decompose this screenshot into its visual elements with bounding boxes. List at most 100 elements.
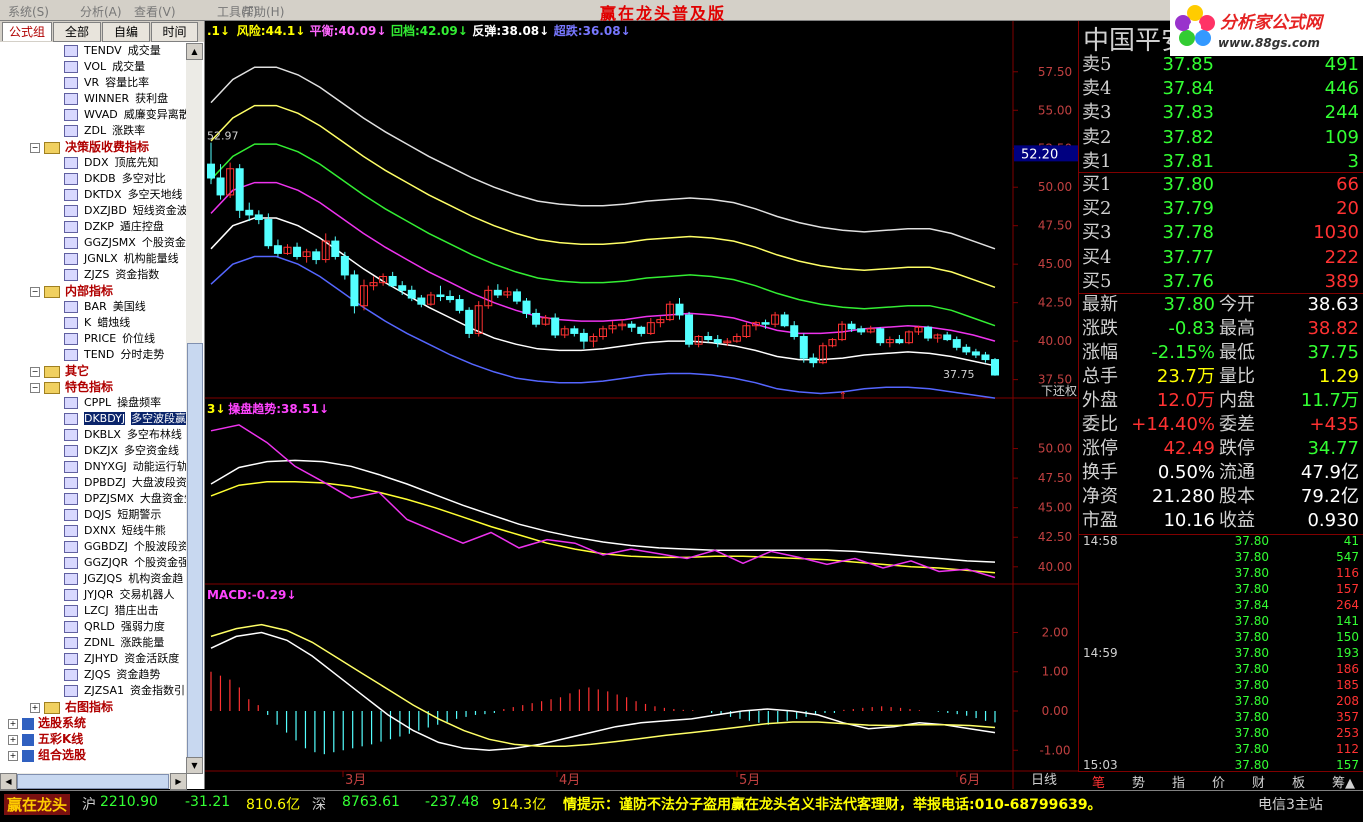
quote-tab[interactable]: 价 xyxy=(1212,772,1225,791)
tree-item[interactable]: WVAD 威廉变异离散 xyxy=(64,107,186,123)
tree-item[interactable]: GGZJQR 个股资金强 xyxy=(64,555,186,571)
tree-folder[interactable]: − 决策版收费指标 xyxy=(30,139,149,155)
tree-item[interactable]: QRLD 强弱力度 xyxy=(64,619,165,635)
hscroll-thumb[interactable] xyxy=(17,774,169,789)
expand-icon[interactable]: + xyxy=(8,718,18,729)
tree-item[interactable]: DKBLX 多空布林线 xyxy=(64,427,182,443)
tree-item[interactable]: JGZJQS 机构资金趋 xyxy=(64,571,183,587)
collapse-icon[interactable]: − xyxy=(30,286,40,297)
menu-system[interactable]: 系统(S) xyxy=(8,3,49,20)
tree-item[interactable]: ZDNL 涨跌能量 xyxy=(64,635,164,651)
tree-item[interactable]: JGNLX 机构能量线 xyxy=(64,251,179,267)
quote-tab[interactable]: 指 xyxy=(1172,772,1185,791)
tab-custom[interactable]: 自编 xyxy=(102,22,150,42)
tree-item-name: 涨跌能量 xyxy=(120,636,165,649)
tree-item[interactable]: DKBDYJ 多空波段赢 xyxy=(64,411,186,427)
tree-folder[interactable]: − 其它 xyxy=(30,363,89,379)
tree-item[interactable]: ZJZS 资金指数 xyxy=(64,267,159,283)
tree-item[interactable]: DNYXGJ 动能运行轨 xyxy=(64,459,186,475)
tab-time[interactable]: 时间 xyxy=(151,22,198,42)
tree-item[interactable]: DXZJBD 短线资金波 xyxy=(64,203,186,219)
collapse-icon[interactable]: − xyxy=(30,142,40,153)
bid-row[interactable]: 买1 37.80 66 xyxy=(1079,173,1363,196)
expand-icon[interactable]: + xyxy=(8,734,18,745)
tree-item[interactable]: DDX 顶底先知 xyxy=(64,155,158,171)
menu-analysis[interactable]: 分析(A) xyxy=(80,3,122,20)
tick-volume: 141 xyxy=(1336,614,1359,628)
restore-right-label[interactable]: 下还权 xyxy=(1041,384,1077,398)
tree-item[interactable]: DQJS 短期警示 xyxy=(64,507,161,523)
tree-item[interactable]: BAR 美国线 xyxy=(64,299,146,315)
tree-item[interactable]: LZCJ 猎庄出击 xyxy=(64,603,159,619)
scroll-thumb[interactable] xyxy=(187,343,203,770)
tree-item[interactable]: DKZJX 多空资金线 xyxy=(64,443,179,459)
sh-index[interactable]: 2210.90 xyxy=(100,794,158,810)
tab-formula-group[interactable]: 公式组 xyxy=(2,22,52,41)
quote-tab[interactable]: 筹▲ xyxy=(1332,772,1355,791)
ask-row[interactable]: 卖4 37.84 446 xyxy=(1079,77,1363,100)
tree-root[interactable]: + 选股系统 xyxy=(8,715,86,731)
scroll-left-icon[interactable]: ◀ xyxy=(0,773,17,790)
bid-row[interactable]: 买3 37.78 1030 xyxy=(1079,221,1363,244)
bid-row[interactable]: 买2 37.79 20 xyxy=(1079,197,1363,220)
quote-tab[interactable]: 板 xyxy=(1292,772,1305,791)
collapse-icon[interactable]: − xyxy=(30,382,40,393)
ask-row[interactable]: 卖1 37.81 3 xyxy=(1079,150,1363,173)
tree-item[interactable]: PRICE 价位线 xyxy=(64,331,155,347)
formula-icon xyxy=(64,557,78,569)
bid-row[interactable]: 买4 37.77 222 xyxy=(1079,246,1363,269)
menu-help[interactable]: 帮助(H) xyxy=(242,3,284,20)
tree-item[interactable]: ZDL 涨跌率 xyxy=(64,123,145,139)
scroll-up-icon[interactable]: ▲ xyxy=(186,43,203,60)
tree-horizontal-scrollbar[interactable]: ◀ ▶ xyxy=(0,773,187,790)
ask-row[interactable]: 卖3 37.83 244 xyxy=(1079,101,1363,124)
tree-item-code: DKBLX xyxy=(84,428,121,441)
tree-vertical-scrollbar[interactable]: ▲ ▼ xyxy=(186,43,203,774)
tree-item[interactable]: VR 容量比率 xyxy=(64,75,149,91)
tree-item[interactable]: GGBDZJ 个股波段资 xyxy=(64,539,186,555)
tree-item[interactable]: TENDV 成交量 xyxy=(64,43,161,59)
tree-folder[interactable]: − 内部指标 xyxy=(30,283,113,299)
tree-item[interactable]: ZJZSA1 资金指数引 xyxy=(64,683,185,699)
tree-item[interactable]: ZJHYD 资金活跃度 xyxy=(64,651,179,667)
tree-item[interactable]: VOL 成交量 xyxy=(64,59,145,75)
tab-all[interactable]: 全部 xyxy=(53,22,101,42)
tick-volume: 193 xyxy=(1336,646,1359,660)
order-price: 37.81 xyxy=(1162,150,1214,172)
collapse-icon[interactable]: − xyxy=(30,366,40,377)
tree-folder[interactable]: + 右图指标 xyxy=(30,699,113,715)
expand-icon[interactable]: + xyxy=(8,750,18,761)
scroll-down-icon[interactable]: ▼ xyxy=(186,757,203,774)
menu-view[interactable]: 查看(V) xyxy=(134,3,176,20)
stat-value: 1.29 xyxy=(1318,366,1359,387)
quote-tab[interactable]: 势 xyxy=(1132,772,1145,791)
expand-icon[interactable]: + xyxy=(30,702,40,713)
period-label[interactable]: 日线 xyxy=(1031,773,1057,788)
tree-item[interactable]: DPZJSMX 大盘资金生 xyxy=(64,491,186,507)
tree-item[interactable]: DZKP 遁庄控盘 xyxy=(64,219,164,235)
tree-root[interactable]: + 五彩K线 xyxy=(8,731,83,747)
tree-item[interactable]: JYJQR 交易机器人 xyxy=(64,587,175,603)
tree-item[interactable]: TEND 分时走势 xyxy=(64,347,164,363)
tree-folder[interactable]: − 特色指标 xyxy=(30,379,113,395)
tree-root[interactable]: + 组合选股 xyxy=(8,747,86,763)
quote-tab[interactable]: 笔 xyxy=(1092,772,1105,791)
tree-item[interactable]: ZJQS 资金趋势 xyxy=(64,667,160,683)
sz-index[interactable]: 8763.61 xyxy=(342,794,400,810)
tree-item[interactable]: WINNER 获利盘 xyxy=(64,91,168,107)
tree-item[interactable]: CPPL 操盘频率 xyxy=(64,395,161,411)
tree-item[interactable]: DXNX 短线牛熊 xyxy=(64,523,166,539)
server-label[interactable]: 电信3主站 xyxy=(1258,794,1323,814)
tree-item[interactable]: GGZJSMX 个股资金生 xyxy=(64,235,186,251)
kline-chart-area[interactable]: 57.5055.0052.5050.0047.5045.0042.5040.00… xyxy=(205,21,1078,789)
scroll-right-icon[interactable]: ▶ xyxy=(170,773,187,790)
tree-item[interactable]: DPBDZJ 大盘波段资 xyxy=(64,475,186,491)
ask-row[interactable]: 卖2 37.82 109 xyxy=(1079,126,1363,149)
tree-item[interactable]: DKDB 多空对比 xyxy=(64,171,166,187)
quote-tab[interactable]: 财 xyxy=(1252,772,1265,791)
ask-row[interactable]: 卖5 37.85 491 xyxy=(1079,53,1363,76)
tree-item[interactable]: DKTDX 多空天地线 xyxy=(64,187,183,203)
bid-row[interactable]: 买5 37.76 389 xyxy=(1079,270,1363,293)
tree-item[interactable]: K 蜡烛线 xyxy=(64,315,130,331)
kline-chart[interactable]: 57.5055.0052.5050.0047.5045.0042.5040.00… xyxy=(205,21,1078,789)
